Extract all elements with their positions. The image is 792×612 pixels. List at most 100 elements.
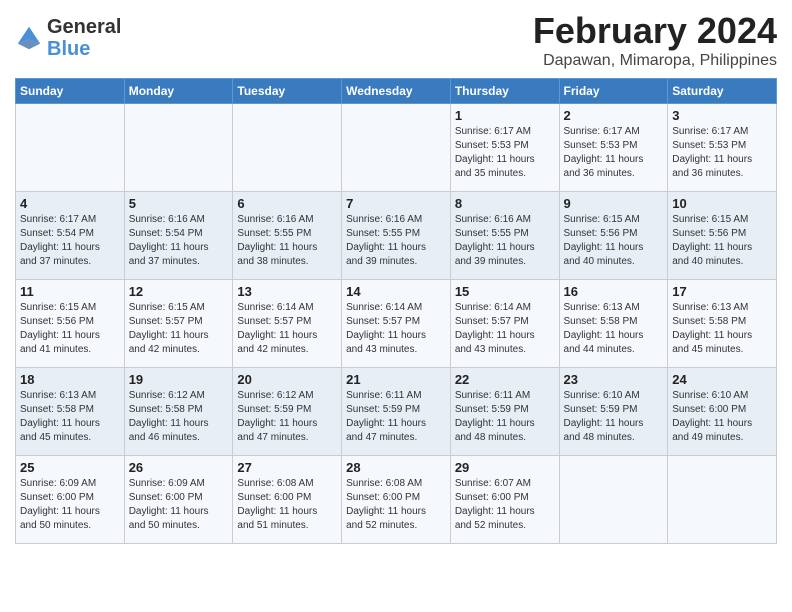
day-info: Sunrise: 6:13 AM Sunset: 5:58 PM Dayligh…	[20, 389, 120, 445]
header-day-saturday: Saturday	[668, 79, 777, 104]
day-info: Sunrise: 6:15 AM Sunset: 5:56 PM Dayligh…	[564, 213, 664, 269]
day-number: 20	[237, 372, 337, 387]
month-title: February 2024	[533, 10, 777, 52]
day-info: Sunrise: 6:17 AM Sunset: 5:54 PM Dayligh…	[20, 213, 120, 269]
day-number: 16	[564, 284, 664, 299]
day-number: 29	[455, 460, 555, 475]
day-info: Sunrise: 6:14 AM Sunset: 5:57 PM Dayligh…	[237, 301, 337, 357]
calendar-day-13: 13 Sunrise: 6:14 AM Sunset: 5:57 PM Dayli…	[233, 280, 342, 368]
calendar-day-20: 20 Sunrise: 6:12 AM Sunset: 5:59 PM Dayli…	[233, 368, 342, 456]
day-info: Sunrise: 6:14 AM Sunset: 5:57 PM Dayligh…	[455, 301, 555, 357]
calendar-empty-cell	[16, 104, 125, 192]
day-info: Sunrise: 6:13 AM Sunset: 5:58 PM Dayligh…	[564, 301, 664, 357]
calendar-day-3: 3 Sunrise: 6:17 AM Sunset: 5:53 PM Daylig…	[668, 104, 777, 192]
day-number: 21	[346, 372, 446, 387]
day-info: Sunrise: 6:16 AM Sunset: 5:54 PM Dayligh…	[129, 213, 229, 269]
day-number: 17	[672, 284, 772, 299]
day-number: 27	[237, 460, 337, 475]
day-number: 18	[20, 372, 120, 387]
calendar-table: SundayMondayTuesdayWednesdayThursdayFrid…	[15, 78, 777, 544]
day-number: 1	[455, 108, 555, 123]
header-day-thursday: Thursday	[450, 79, 559, 104]
calendar-day-5: 5 Sunrise: 6:16 AM Sunset: 5:54 PM Daylig…	[124, 192, 233, 280]
calendar-day-9: 9 Sunrise: 6:15 AM Sunset: 5:56 PM Daylig…	[559, 192, 668, 280]
calendar-day-14: 14 Sunrise: 6:14 AM Sunset: 5:57 PM Dayli…	[342, 280, 451, 368]
logo: General Blue	[15, 16, 121, 60]
day-number: 28	[346, 460, 446, 475]
header-day-sunday: Sunday	[16, 79, 125, 104]
day-info: Sunrise: 6:16 AM Sunset: 5:55 PM Dayligh…	[455, 213, 555, 269]
day-info: Sunrise: 6:12 AM Sunset: 5:59 PM Dayligh…	[237, 389, 337, 445]
calendar-empty-cell	[559, 456, 668, 544]
calendar-day-19: 19Sunrise: 6:12 AM Sunset: 5:58 PM Dayli…	[124, 368, 233, 456]
calendar-empty-cell	[342, 104, 451, 192]
day-info: Sunrise: 6:09 AM Sunset: 6:00 PM Dayligh…	[20, 477, 120, 533]
calendar-week-row: 18 Sunrise: 6:13 AM Sunset: 5:58 PM Dayli…	[16, 368, 777, 456]
day-info: Sunrise: 6:15 AM Sunset: 5:56 PM Dayligh…	[20, 301, 120, 357]
calendar-day-21: 21Sunrise: 6:11 AM Sunset: 5:59 PM Dayli…	[342, 368, 451, 456]
day-info: Sunrise: 6:16 AM Sunset: 5:55 PM Dayligh…	[237, 213, 337, 269]
day-number: 25	[20, 460, 120, 475]
calendar-empty-cell	[233, 104, 342, 192]
calendar-day-18: 18 Sunrise: 6:13 AM Sunset: 5:58 PM Dayli…	[16, 368, 125, 456]
logo-text: General Blue	[47, 16, 121, 60]
calendar-day-22: 22Sunrise: 6:11 AM Sunset: 5:59 PM Dayli…	[450, 368, 559, 456]
calendar-day-15: 15 Sunrise: 6:14 AM Sunset: 5:57 PM Dayli…	[450, 280, 559, 368]
day-number: 2	[564, 108, 664, 123]
day-info: Sunrise: 6:11 AM Sunset: 5:59 PM Dayligh…	[455, 389, 555, 445]
day-number: 13	[237, 284, 337, 299]
location-title: Dapawan, Mimaropa, Philippines	[533, 52, 777, 70]
day-number: 14	[346, 284, 446, 299]
day-info: Sunrise: 6:10 AM Sunset: 5:59 PM Dayligh…	[564, 389, 664, 445]
calendar-day-16: 16 Sunrise: 6:13 AM Sunset: 5:58 PM Dayli…	[559, 280, 668, 368]
day-number: 5	[129, 196, 229, 211]
day-number: 9	[564, 196, 664, 211]
day-number: 8	[455, 196, 555, 211]
calendar-day-17: 17 Sunrise: 6:13 AM Sunset: 5:58 PM Dayli…	[668, 280, 777, 368]
day-number: 7	[346, 196, 446, 211]
calendar-day-27: 27 Sunrise: 6:08 AM Sunset: 6:00 PM Dayli…	[233, 456, 342, 544]
day-number: 23	[564, 372, 664, 387]
day-number: 12	[129, 284, 229, 299]
header-day-wednesday: Wednesday	[342, 79, 451, 104]
day-info: Sunrise: 6:09 AM Sunset: 6:00 PM Dayligh…	[129, 477, 229, 533]
day-number: 3	[672, 108, 772, 123]
day-info: Sunrise: 6:07 AM Sunset: 6:00 PM Dayligh…	[455, 477, 555, 533]
calendar-day-6: 6 Sunrise: 6:16 AM Sunset: 5:55 PM Daylig…	[233, 192, 342, 280]
day-info: Sunrise: 6:17 AM Sunset: 5:53 PM Dayligh…	[564, 125, 664, 181]
day-number: 10	[672, 196, 772, 211]
day-info: Sunrise: 6:08 AM Sunset: 6:00 PM Dayligh…	[346, 477, 446, 533]
calendar-day-28: 28 Sunrise: 6:08 AM Sunset: 6:00 PM Dayli…	[342, 456, 451, 544]
day-info: Sunrise: 6:17 AM Sunset: 5:53 PM Dayligh…	[672, 125, 772, 181]
calendar-empty-cell	[124, 104, 233, 192]
day-info: Sunrise: 6:16 AM Sunset: 5:55 PM Dayligh…	[346, 213, 446, 269]
day-number: 4	[20, 196, 120, 211]
header-day-friday: Friday	[559, 79, 668, 104]
day-number: 26	[129, 460, 229, 475]
header-day-tuesday: Tuesday	[233, 79, 342, 104]
day-number: 15	[455, 284, 555, 299]
day-info: Sunrise: 6:08 AM Sunset: 6:00 PM Dayligh…	[237, 477, 337, 533]
header-day-monday: Monday	[124, 79, 233, 104]
calendar-week-row: 11 Sunrise: 6:15 AM Sunset: 5:56 PM Dayli…	[16, 280, 777, 368]
calendar-day-2: 2 Sunrise: 6:17 AM Sunset: 5:53 PM Daylig…	[559, 104, 668, 192]
calendar-day-23: 23 Sunrise: 6:10 AM Sunset: 5:59 PM Dayli…	[559, 368, 668, 456]
calendar-day-26: 26 Sunrise: 6:09 AM Sunset: 6:00 PM Dayli…	[124, 456, 233, 544]
calendar-day-12: 12 Sunrise: 6:15 AM Sunset: 5:57 PM Dayli…	[124, 280, 233, 368]
day-info: Sunrise: 6:10 AM Sunset: 6:00 PM Dayligh…	[672, 389, 772, 445]
day-info: Sunrise: 6:14 AM Sunset: 5:57 PM Dayligh…	[346, 301, 446, 357]
calendar-day-29: 29 Sunrise: 6:07 AM Sunset: 6:00 PM Dayli…	[450, 456, 559, 544]
calendar-day-10: 10Sunrise: 6:15 AM Sunset: 5:56 PM Dayli…	[668, 192, 777, 280]
day-info: Sunrise: 6:17 AM Sunset: 5:53 PM Dayligh…	[455, 125, 555, 181]
logo-icon	[15, 24, 43, 52]
calendar-week-row: 25 Sunrise: 6:09 AM Sunset: 6:00 PM Dayli…	[16, 456, 777, 544]
day-number: 11	[20, 284, 120, 299]
day-info: Sunrise: 6:15 AM Sunset: 5:57 PM Dayligh…	[129, 301, 229, 357]
calendar-week-row: 1 Sunrise: 6:17 AM Sunset: 5:53 PM Daylig…	[16, 104, 777, 192]
calendar-empty-cell	[668, 456, 777, 544]
day-number: 24	[672, 372, 772, 387]
calendar-week-row: 4 Sunrise: 6:17 AM Sunset: 5:54 PM Daylig…	[16, 192, 777, 280]
day-info: Sunrise: 6:13 AM Sunset: 5:58 PM Dayligh…	[672, 301, 772, 357]
day-number: 6	[237, 196, 337, 211]
day-info: Sunrise: 6:12 AM Sunset: 5:58 PM Dayligh…	[129, 389, 229, 445]
